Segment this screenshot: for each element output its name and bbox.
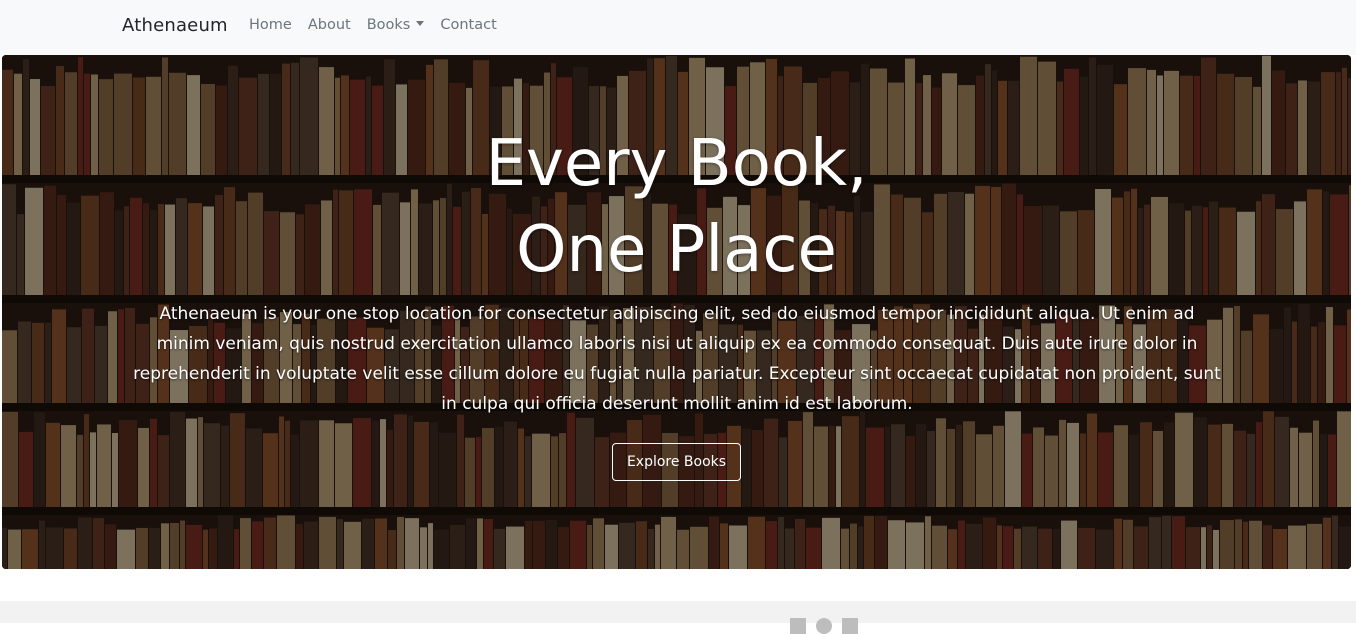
explore-books-button[interactable]: Explore Books bbox=[612, 443, 741, 481]
brand-logo-link[interactable]: Athenaeum bbox=[122, 15, 228, 36]
hero-title: Every Book, One Place bbox=[2, 121, 1351, 293]
nav-dropdown-books[interactable]: Books bbox=[367, 17, 425, 33]
page-footer bbox=[0, 601, 1356, 634]
linkedin-icon[interactable] bbox=[790, 618, 806, 634]
caret-down-icon bbox=[416, 21, 425, 26]
github-icon[interactable] bbox=[816, 618, 832, 634]
hero-title-line-1: Every Book, bbox=[485, 127, 868, 201]
nav-link-about[interactable]: About bbox=[308, 17, 351, 33]
hero-content: Every Book, One Place Athenaeum is your … bbox=[2, 55, 1351, 569]
hero-banner: Every Book, One Place Athenaeum is your … bbox=[2, 55, 1351, 569]
nav-links: Home About Books Contact bbox=[249, 17, 513, 33]
twitter-icon[interactable] bbox=[842, 618, 858, 634]
hero-title-line-2: One Place bbox=[516, 213, 837, 287]
nav-link-home[interactable]: Home bbox=[249, 17, 292, 33]
nav-link-contact[interactable]: Contact bbox=[440, 17, 496, 33]
top-navbar: Athenaeum Home About Books Contact bbox=[0, 0, 1356, 55]
hero-description: Athenaeum is your one stop location for … bbox=[133, 304, 1221, 414]
nav-dropdown-books-label: Books bbox=[366, 17, 411, 33]
